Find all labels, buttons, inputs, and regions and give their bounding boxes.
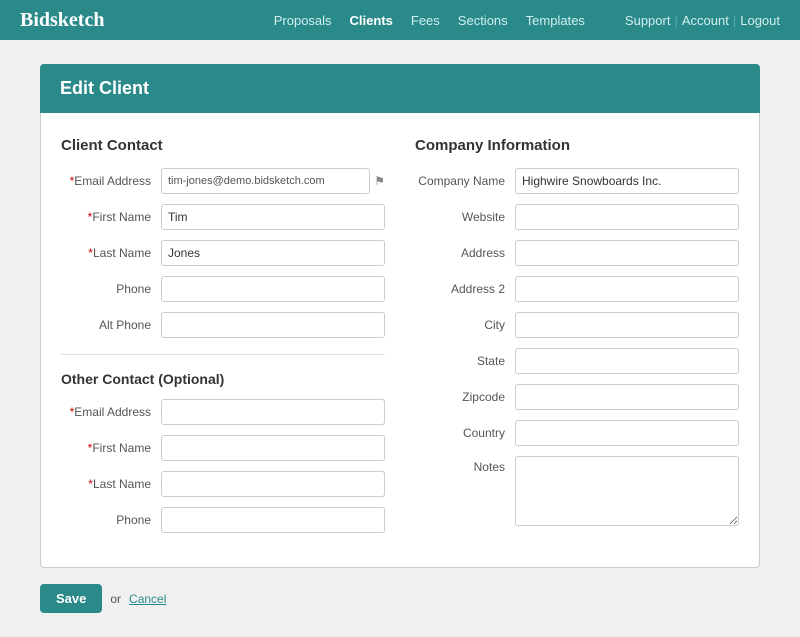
company-name-input[interactable] <box>515 168 739 194</box>
other-email-input[interactable] <box>161 399 385 425</box>
edit-client-header: Edit Client <box>40 64 760 113</box>
nav-account[interactable]: Account <box>682 13 729 28</box>
other-last-name-input[interactable] <box>161 471 385 497</box>
other-first-name-group: First Name <box>61 435 385 461</box>
form-card: Client Contact Email Address ⚑ First Nam… <box>40 113 760 568</box>
section-divider <box>61 354 385 355</box>
email-info-icon[interactable]: ⚑ <box>374 174 385 188</box>
nav-templates[interactable]: Templates <box>526 13 585 28</box>
address-input[interactable] <box>515 240 739 266</box>
nav-fees[interactable]: Fees <box>411 13 440 28</box>
phone-group: Phone <box>61 276 385 302</box>
nav-proposals[interactable]: Proposals <box>274 13 332 28</box>
address-label: Address <box>415 246 515 260</box>
other-last-name-label: Last Name <box>61 477 161 491</box>
country-label: Country <box>415 426 515 440</box>
address-group: Address <box>415 240 739 266</box>
nav-sections[interactable]: Sections <box>458 13 508 28</box>
nav-divider1: | <box>674 13 677 28</box>
col-left: Client Contact Email Address ⚑ First Nam… <box>61 137 385 543</box>
last-name-input[interactable] <box>161 240 385 266</box>
nav-support[interactable]: Support <box>625 13 671 28</box>
nav-clients[interactable]: Clients <box>350 13 393 28</box>
address2-input[interactable] <box>515 276 739 302</box>
notes-group: Notes <box>415 456 739 526</box>
state-group: State <box>415 348 739 374</box>
email-label: Email Address <box>61 174 161 188</box>
first-name-group: First Name <box>61 204 385 230</box>
save-button[interactable]: Save <box>40 584 102 613</box>
other-email-label: Email Address <box>61 405 161 419</box>
city-input[interactable] <box>515 312 739 338</box>
company-name-group: Company Name <box>415 168 739 194</box>
logo: Bidsketch <box>20 9 104 32</box>
state-input[interactable] <box>515 348 739 374</box>
alt-phone-input[interactable] <box>161 312 385 338</box>
website-label: Website <box>415 210 515 224</box>
zipcode-input[interactable] <box>515 384 739 410</box>
save-or-text: or <box>110 592 121 606</box>
email-input[interactable] <box>161 168 370 194</box>
cancel-link[interactable]: Cancel <box>129 592 166 606</box>
nav-right: Support | Account | Logout <box>625 13 780 28</box>
other-phone-label: Phone <box>61 513 161 527</box>
zipcode-label: Zipcode <box>415 390 515 404</box>
nav-divider2: | <box>733 13 736 28</box>
country-group: Country <box>415 420 739 446</box>
notes-label: Notes <box>415 456 515 474</box>
city-group: City <box>415 312 739 338</box>
email-group: Email Address ⚑ <box>61 168 385 194</box>
city-label: City <box>415 318 515 332</box>
website-input[interactable] <box>515 204 739 230</box>
phone-input[interactable] <box>161 276 385 302</box>
country-input[interactable] <box>515 420 739 446</box>
zipcode-group: Zipcode <box>415 384 739 410</box>
alt-phone-group: Alt Phone <box>61 312 385 338</box>
nav-logout[interactable]: Logout <box>740 13 780 28</box>
last-name-group: Last Name <box>61 240 385 266</box>
email-wrapper: ⚑ <box>161 168 385 194</box>
nav-links: Proposals Clients Fees Sections Template… <box>274 13 585 28</box>
company-name-label: Company Name <box>415 174 515 188</box>
two-col-layout: Client Contact Email Address ⚑ First Nam… <box>61 137 739 543</box>
other-first-name-label: First Name <box>61 441 161 455</box>
notes-input[interactable] <box>515 456 739 526</box>
col-right: Company Information Company Name Website… <box>415 137 739 543</box>
other-phone-group: Phone <box>61 507 385 533</box>
last-name-label: Last Name <box>61 246 161 260</box>
state-label: State <box>415 354 515 368</box>
save-area: Save or Cancel <box>40 584 760 613</box>
other-contact-title: Other Contact (Optional) <box>61 371 385 387</box>
phone-label: Phone <box>61 282 161 296</box>
website-group: Website <box>415 204 739 230</box>
company-info-title: Company Information <box>415 137 739 154</box>
other-phone-input[interactable] <box>161 507 385 533</box>
other-email-group: Email Address <box>61 399 385 425</box>
address2-label: Address 2 <box>415 282 515 296</box>
alt-phone-label: Alt Phone <box>61 318 161 332</box>
other-last-name-group: Last Name <box>61 471 385 497</box>
address2-group: Address 2 <box>415 276 739 302</box>
other-first-name-input[interactable] <box>161 435 385 461</box>
page: Edit Client Client Contact Email Address… <box>10 40 790 637</box>
first-name-label: First Name <box>61 210 161 224</box>
navbar: Bidsketch Proposals Clients Fees Section… <box>0 0 800 40</box>
first-name-input[interactable] <box>161 204 385 230</box>
client-contact-title: Client Contact <box>61 137 385 154</box>
